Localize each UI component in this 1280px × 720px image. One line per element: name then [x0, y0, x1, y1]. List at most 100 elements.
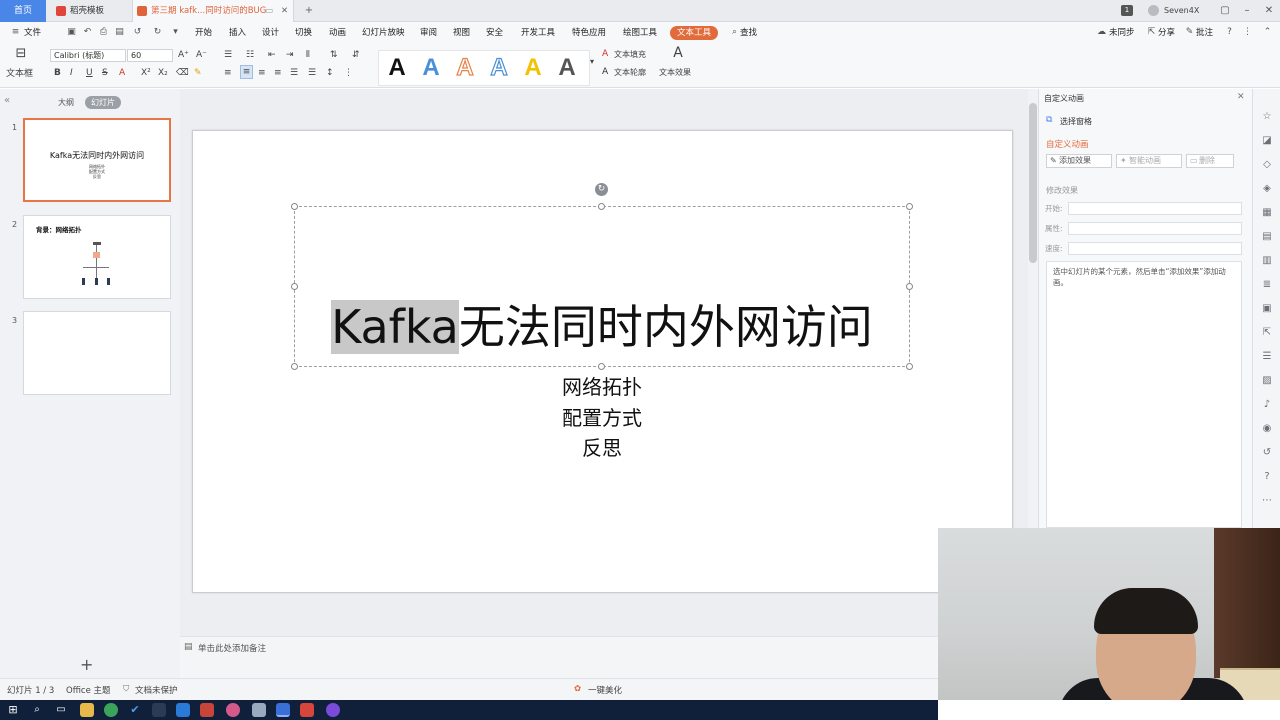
- wordart-style-blue[interactable]: A: [417, 54, 445, 82]
- app-purple-icon[interactable]: [326, 703, 340, 717]
- superscript-icon[interactable]: X²: [141, 67, 151, 79]
- notes-placeholder[interactable]: 单击此处添加备注: [198, 642, 266, 654]
- font-size-select[interactable]: 60: [127, 49, 173, 62]
- minimize-icon[interactable]: –: [1236, 0, 1258, 22]
- highlight-icon[interactable]: ✎: [194, 67, 202, 79]
- menu-transition[interactable]: 切换: [295, 26, 312, 40]
- delete-button[interactable]: ▭ 删除: [1186, 154, 1234, 168]
- print-icon[interactable]: ⎙: [98, 27, 109, 38]
- comment-button[interactable]: 批注: [1196, 26, 1213, 40]
- fill-icon[interactable]: ◈: [1261, 183, 1273, 195]
- notes-bar[interactable]: ▤ 单击此处添加备注: [180, 636, 940, 678]
- smart-animation-button[interactable]: ✦ 智能动画: [1116, 154, 1182, 168]
- quick-access-more-icon[interactable]: ▾: [170, 27, 181, 38]
- align-text-icon[interactable]: ⇵: [352, 49, 360, 61]
- wordart-style-orange-outline[interactable]: A: [451, 53, 479, 82]
- slides-tab[interactable]: 幻灯片: [85, 96, 121, 109]
- audio-icon[interactable]: ♪: [1261, 399, 1273, 411]
- animation-list[interactable]: 选中幻灯片的某个元素，然后单击“添加效果”添加动画。: [1046, 261, 1242, 528]
- comment-icon[interactable]: ✎: [1184, 27, 1195, 38]
- collapse-ribbon-icon[interactable]: ⌃: [1262, 27, 1273, 38]
- textbox-label[interactable]: 文本框: [6, 68, 33, 80]
- wordart-style-blue-outline[interactable]: A: [485, 53, 513, 82]
- share-icon[interactable]: ⇱: [1146, 27, 1157, 38]
- wordart-style-gold[interactable]: A: [519, 54, 547, 82]
- text-effect-button[interactable]: 文本效果: [659, 67, 691, 79]
- menu-insert[interactable]: 插入: [229, 26, 246, 40]
- numbered-list-icon[interactable]: ☷: [246, 49, 254, 61]
- text-outline-icon[interactable]: A: [602, 66, 608, 78]
- menu-drawing-tools[interactable]: 绘图工具: [623, 26, 657, 40]
- scrollbar-thumb[interactable]: [1029, 103, 1037, 263]
- resize-handle[interactable]: [906, 363, 913, 370]
- share-doc-icon[interactable]: ⇱: [1261, 327, 1273, 339]
- backup-icon[interactable]: ☰: [1261, 351, 1273, 363]
- undo-history-icon[interactable]: ↶: [82, 27, 93, 38]
- wps-presentation-icon[interactable]: [300, 703, 314, 717]
- text-direction-icon[interactable]: ⇅: [330, 49, 338, 61]
- share-button[interactable]: 分享: [1158, 26, 1175, 40]
- slide-thumbnail-3[interactable]: [23, 311, 171, 395]
- subtitle-line[interactable]: 反思: [480, 433, 724, 463]
- select-pane-button[interactable]: 选择窗格: [1060, 116, 1092, 127]
- avatar[interactable]: [1148, 5, 1159, 16]
- image-icon[interactable]: ▨: [1261, 375, 1273, 387]
- shrink-font-icon[interactable]: A⁻: [196, 49, 207, 61]
- notification-badge[interactable]: 1: [1121, 5, 1133, 16]
- slide-thumbnail-1[interactable]: Kafka无法同时内外网访问 网络拓扑 配置方式 反思: [23, 118, 171, 202]
- app-red-icon[interactable]: [200, 703, 214, 717]
- menu-home[interactable]: 开始: [195, 26, 212, 40]
- file-explorer-icon[interactable]: [80, 703, 94, 717]
- paragraph-spacing-icon[interactable]: ☰: [308, 67, 316, 79]
- close-window-icon[interactable]: ✕: [1258, 0, 1280, 22]
- font-color-icon[interactable]: A: [119, 67, 125, 79]
- restore-window-icon[interactable]: ▢: [1214, 0, 1236, 22]
- start-icon[interactable]: ⊞: [6, 703, 20, 717]
- speed-select[interactable]: [1068, 242, 1242, 255]
- menu-text-tools[interactable]: 文本工具: [670, 26, 719, 40]
- menu-file[interactable]: 文件: [24, 26, 41, 40]
- justify-icon[interactable]: ≡: [274, 67, 282, 79]
- add-effect-button[interactable]: ✎ 添加效果: [1046, 154, 1112, 168]
- wordart-style-gray[interactable]: A: [553, 54, 581, 82]
- text-fill-icon[interactable]: A: [602, 48, 608, 60]
- slide-title[interactable]: Kafka无法同时内外网访问: [300, 296, 904, 358]
- menu-design[interactable]: 设计: [262, 26, 279, 40]
- notepad-icon[interactable]: [252, 703, 266, 717]
- text-effect-icon[interactable]: A: [670, 46, 686, 60]
- vscode-icon[interactable]: [176, 703, 190, 717]
- start-select[interactable]: [1068, 202, 1242, 215]
- menu-animation[interactable]: 动画: [329, 26, 346, 40]
- help-icon[interactable]: ?: [1224, 27, 1235, 38]
- slide-thumbnail-2[interactable]: 背景：网络拓扑: [23, 215, 171, 299]
- resize-handle[interactable]: [291, 363, 298, 370]
- subscript-icon[interactable]: X₂: [158, 67, 168, 79]
- menu-slideshow[interactable]: 幻灯片放映: [362, 26, 405, 40]
- more-icon[interactable]: ⋮: [1242, 27, 1253, 38]
- save-icon[interactable]: ▣: [66, 27, 77, 38]
- tab-template[interactable]: 稻壳模板: [52, 0, 128, 22]
- bold-icon[interactable]: B: [54, 67, 61, 79]
- tab-document[interactable]: 第三期 kafk...同时访问的BUG ▭ ✕: [132, 0, 294, 22]
- undo-icon[interactable]: ↺: [132, 27, 143, 38]
- wordart-style-black[interactable]: A: [383, 54, 411, 82]
- textbox-icon[interactable]: ⊟: [10, 47, 32, 60]
- strikethrough-icon[interactable]: S: [102, 67, 108, 79]
- document-icon[interactable]: ▣: [1261, 303, 1273, 315]
- wordart-more-icon[interactable]: ▾: [590, 56, 594, 68]
- menu-security[interactable]: 安全: [486, 26, 503, 40]
- select-pane-icon[interactable]: ⧉: [1046, 115, 1052, 125]
- search-icon[interactable]: ⌕: [729, 27, 740, 38]
- bullet-list-icon[interactable]: ☰: [224, 49, 232, 61]
- theme-name[interactable]: Office 主题: [66, 684, 111, 696]
- hamburger-icon[interactable]: ≡: [10, 27, 21, 38]
- text-outline-button[interactable]: 文本轮廓: [614, 67, 646, 79]
- location-icon[interactable]: ◉: [1261, 423, 1273, 435]
- more-circle-icon[interactable]: ⋯: [1261, 495, 1273, 507]
- history-icon[interactable]: ↺: [1261, 447, 1273, 459]
- menu-features[interactable]: 特色应用: [572, 26, 606, 40]
- property-select[interactable]: [1068, 222, 1242, 235]
- resize-handle[interactable]: [291, 283, 298, 290]
- outline-tab[interactable]: 大纲: [52, 96, 80, 109]
- search-taskbar-icon[interactable]: ⌕: [30, 703, 44, 717]
